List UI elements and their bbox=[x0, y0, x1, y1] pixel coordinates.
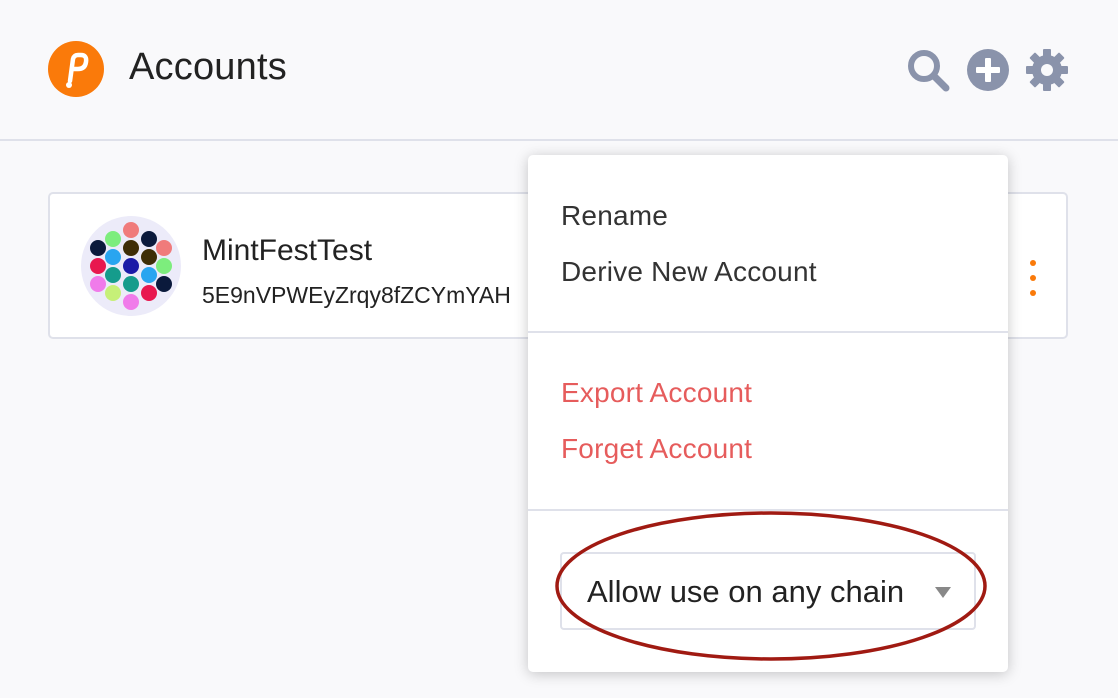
add-circle-icon[interactable] bbox=[965, 47, 1011, 93]
menu-item-forget-account[interactable]: Forget Account bbox=[561, 433, 752, 465]
menu-item-export-account[interactable]: Export Account bbox=[561, 377, 752, 409]
gear-icon[interactable] bbox=[1024, 47, 1070, 93]
header-bar: Accounts bbox=[0, 0, 1118, 141]
page-title: Accounts bbox=[129, 46, 287, 88]
search-icon[interactable] bbox=[905, 47, 951, 93]
menu-item-derive-new-account[interactable]: Derive New Account bbox=[561, 256, 817, 288]
chain-select-value: Allow use on any chain bbox=[587, 574, 905, 609]
menu-divider bbox=[528, 509, 1008, 511]
chain-select-dropdown[interactable]: Allow use on any chain bbox=[560, 552, 976, 630]
account-name: MintFestTest bbox=[202, 234, 373, 267]
polkadot-logo-icon bbox=[48, 41, 104, 97]
dropdown-arrow-icon bbox=[935, 587, 951, 598]
account-identicon bbox=[81, 216, 181, 316]
more-options-icon[interactable] bbox=[1025, 258, 1041, 298]
account-address: 5E9nVPWEyZrqy8fZCYmYAH bbox=[202, 282, 511, 308]
menu-item-rename[interactable]: Rename bbox=[561, 200, 668, 232]
account-options-menu: Rename Derive New Account Export Account… bbox=[528, 155, 1008, 672]
menu-divider bbox=[528, 331, 1008, 333]
